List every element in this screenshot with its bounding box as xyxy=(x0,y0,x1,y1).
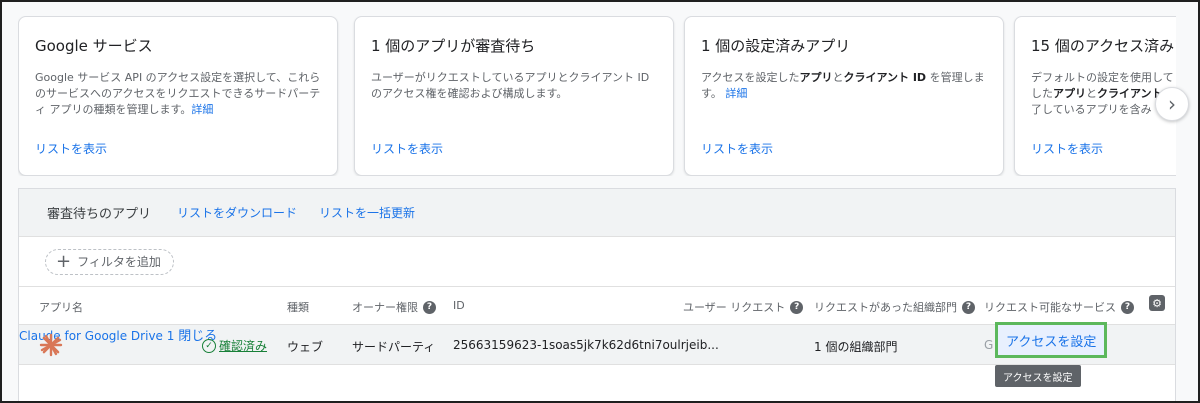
download-list-link[interactable]: リストをダウンロード xyxy=(177,204,297,221)
card-description: Google サービス API のアクセス設定を選択して、これらのサービスへのア… xyxy=(35,70,321,118)
carousel-next-button[interactable]: › xyxy=(1155,87,1189,121)
verified-label: 確認済み xyxy=(219,339,268,353)
card-title: 1 個のアプリが審査待ち xyxy=(371,37,536,55)
card-description: アクセスを設定したアプリとクライアント ID を管理します。 詳細 xyxy=(701,70,987,102)
col-id[interactable]: ID xyxy=(453,299,465,312)
col-org-units-label: リクエストがあった組織部門 xyxy=(814,301,957,314)
show-list-link[interactable]: リストを表示 xyxy=(1031,140,1103,157)
set-access-tooltip: アクセスを設定 xyxy=(995,365,1081,387)
chevron-right-icon: › xyxy=(1168,92,1176,116)
bulk-update-link[interactable]: リストを一括更新 xyxy=(319,204,415,221)
filter-bar: + フィルタを追加 xyxy=(19,237,1175,287)
add-filter-label: フィルタを追加 xyxy=(77,255,161,269)
help-icon[interactable]: ? xyxy=(423,300,436,314)
panel-title: 審査待ちのアプリ xyxy=(47,207,152,222)
card-desc-text: デフォルトの設定を使用して xyxy=(1031,71,1174,84)
card-description: ユーザーがリクエストしているアプリとクライアント ID のアクセス権を確認および… xyxy=(371,71,650,100)
show-list-link[interactable]: リストを表示 xyxy=(371,140,443,157)
help-icon[interactable]: ? xyxy=(962,300,975,314)
card-desc-text: 了しているアプリを含み xyxy=(1031,103,1152,116)
card-desc-bold: アプリ xyxy=(799,71,833,84)
verified-badge: ✓ 確認済み xyxy=(202,337,267,354)
card-title: 15 個のアクセス済みア xyxy=(1031,37,1176,55)
col-services[interactable]: リクエスト可能なサービス? xyxy=(984,299,1134,315)
user-requests-count[interactable]: 1 xyxy=(167,329,175,343)
card-desc-text: と xyxy=(1086,87,1097,100)
set-access-button[interactable]: アクセスを設定 xyxy=(995,322,1108,358)
card-desc-bold: アプリ xyxy=(1053,87,1086,100)
col-type[interactable]: 種類 xyxy=(287,299,309,315)
app-window: Google サービス Google サービス API のアクセス設定を選択して… xyxy=(0,0,1200,403)
col-owner-label: オーナー権限 xyxy=(352,301,418,314)
app-type: ウェブ xyxy=(287,340,324,354)
column-settings-gear-icon[interactable]: ⚙ xyxy=(1149,295,1165,311)
help-icon[interactable]: ? xyxy=(1121,300,1134,314)
card-title: 1 個の設定済みアプリ xyxy=(701,37,851,55)
table-row[interactable]: Claude for Google Drive ✓ 確認済み ウェブ サードパー… xyxy=(19,322,1175,365)
learn-more-link[interactable]: 詳細 xyxy=(725,87,747,100)
claude-logo-icon xyxy=(39,333,63,357)
card-desc-text: した xyxy=(1031,87,1053,100)
card-configured-apps: 1 個の設定済みアプリ アクセスを設定したアプリとクライアント ID を管理しま… xyxy=(684,16,1004,176)
col-user-requests-label: ユーザー リクエスト xyxy=(683,301,786,314)
help-icon[interactable]: ? xyxy=(790,300,804,314)
card-description: デフォルトの設定を使用して したアプリとクライアント了しているアプリを含み xyxy=(1031,70,1176,118)
col-owner[interactable]: オーナー権限? xyxy=(352,299,436,315)
col-services-label: リクエスト可能なサービス xyxy=(984,301,1116,314)
check-circle-icon: ✓ xyxy=(202,338,216,353)
col-app-name[interactable]: アプリ名 xyxy=(39,299,83,315)
table-header: アプリ名 種類 オーナー権限? ID ユーザー リクエスト? リクエストがあった… xyxy=(19,287,1175,325)
org-units-value: 1 個の組織部門 xyxy=(814,340,898,354)
card-pending-apps: 1 個のアプリが審査待ち ユーザーがリクエストしているアプリとクライアント ID… xyxy=(354,16,674,176)
card-desc-bold: クライアント ID xyxy=(843,71,927,84)
card-desc-text: アクセスを設定した xyxy=(701,71,800,84)
owner-permission: サードパーティ xyxy=(352,340,436,354)
card-desc-text: Google サービス API のアクセス設定を選択して、これらのサービスへのア… xyxy=(35,71,321,116)
col-user-requests[interactable]: ユーザー リクエスト? xyxy=(683,299,804,315)
card-desc-text: と xyxy=(832,71,844,84)
plus-icon: + xyxy=(56,250,72,272)
card-google-services: Google サービス Google サービス API のアクセス設定を選択して… xyxy=(18,16,338,176)
col-org-units[interactable]: リクエストがあった組織部門? xyxy=(814,299,975,315)
learn-more-link[interactable]: 詳細 xyxy=(191,103,213,116)
panel-header: 審査待ちのアプリ リストをダウンロード リストを一括更新 xyxy=(19,189,1175,237)
show-list-link[interactable]: リストを表示 xyxy=(35,140,107,157)
card-desc-bold: クライアント xyxy=(1097,87,1163,100)
services-value: G xyxy=(984,338,994,352)
client-id: 25663159623-1soas5jk7k62d6tni7oulrjeib..… xyxy=(453,338,719,352)
summary-cards: Google サービス Google サービス API のアクセス設定を選択して… xyxy=(18,16,1176,176)
add-filter-button[interactable]: + フィルタを追加 xyxy=(45,248,174,275)
card-title: Google サービス xyxy=(35,37,153,55)
show-list-link[interactable]: リストを表示 xyxy=(701,140,773,157)
card-accessed-apps: 15 個のアクセス済みア デフォルトの設定を使用して したアプリとクライアント了し… xyxy=(1014,16,1176,176)
